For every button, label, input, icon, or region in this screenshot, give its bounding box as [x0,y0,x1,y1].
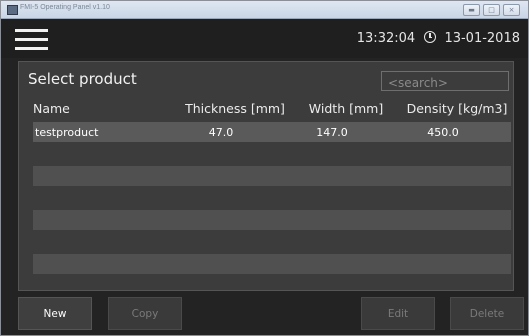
table-row-empty[interactable] [33,254,511,274]
app-window: FMI-5 Operating Panel v1.10 ▬ □ × 13:32:… [0,0,529,336]
cell-thickness: 47.0 [208,126,234,139]
table-row-spacer [33,188,511,208]
app-icon [7,5,18,15]
window-controls: ▬ □ × [463,4,520,16]
cell-width: 147.0 [316,126,348,139]
maximize-icon[interactable]: □ [483,4,500,16]
search-box[interactable] [381,71,509,92]
window-title: FMI-5 Operating Panel v1.10 [20,4,110,11]
panel-title: Select product [28,70,137,88]
column-header-density[interactable]: Density [kg/m3] [401,101,513,116]
clock-icon [424,31,437,43]
current-time: 13:32:04 [356,31,416,46]
cell-name: testproduct [35,126,99,139]
table-row-empty[interactable] [33,166,511,186]
cell-density: 450.0 [427,126,459,139]
column-header-width[interactable]: Width [mm] [291,101,401,116]
copy-button[interactable]: Copy [108,297,182,330]
bottom-toolbar: New Copy Edit Delete [1,293,528,335]
current-date: 13-01-2018 [444,31,520,46]
search-input[interactable] [382,74,508,92]
clock-display: 13:32:04 13-01-2018 [357,31,520,46]
product-panel: Select product Name Thickness [mm] Width… [18,61,514,291]
table-header: Name Thickness [mm] Width [mm] Density [… [19,101,513,119]
new-button[interactable]: New [18,297,92,330]
table-row-spacer [33,144,511,164]
top-bar: 13:32:04 13-01-2018 [1,19,528,58]
table-row-spacer [33,232,511,252]
column-header-name[interactable]: Name [33,101,70,116]
column-header-thickness[interactable]: Thickness [mm] [169,101,301,116]
title-bar: FMI-5 Operating Panel v1.10 ▬ □ × [1,1,528,19]
edit-button[interactable]: Edit [361,297,435,330]
delete-button[interactable]: Delete [450,297,524,330]
minimize-icon[interactable]: ▬ [463,4,480,16]
product-table: testproduct 47.0 147.0 450.0 [33,122,511,276]
table-row-empty[interactable] [33,210,511,230]
table-row[interactable]: testproduct 47.0 147.0 450.0 [33,122,511,142]
close-icon[interactable]: × [503,4,520,16]
hamburger-menu-icon[interactable] [15,28,48,51]
